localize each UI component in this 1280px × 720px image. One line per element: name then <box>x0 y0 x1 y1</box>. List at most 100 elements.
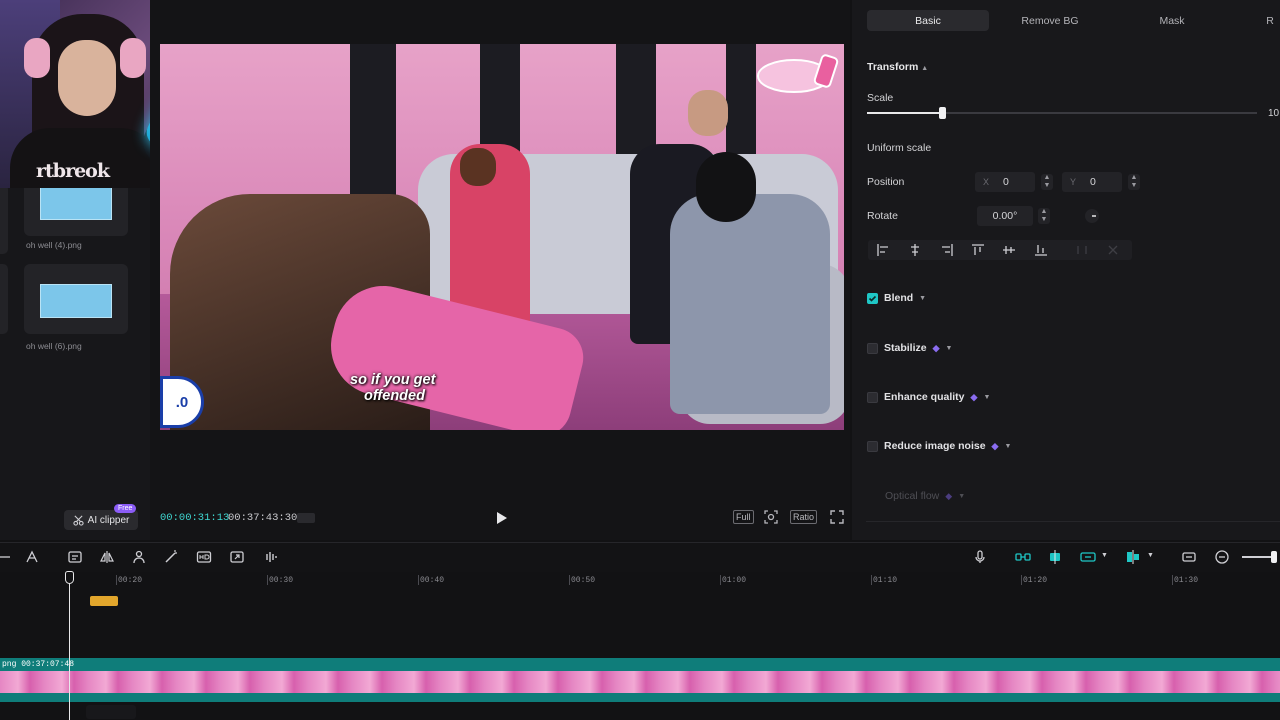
reduce-noise-label: Reduce image noise <box>884 440 986 452</box>
reduce-noise-option[interactable]: Reduce image noise ◆ ▼ <box>867 440 1011 452</box>
ruler-tick-label: 01:30 <box>1174 576 1199 585</box>
position-x-value: 0 <box>1003 176 1009 188</box>
premium-gem-icon: ◆ <box>945 490 953 501</box>
video-preview[interactable]: .0 so if you get offended <box>160 44 844 430</box>
uniform-scale-label: Uniform scale <box>867 142 932 154</box>
caption-icon[interactable] <box>67 549 83 565</box>
audio-clip[interactable] <box>90 596 118 606</box>
split-icon[interactable] <box>0 549 12 565</box>
ruler-tick <box>418 575 419 585</box>
microphone-icon[interactable] <box>972 549 988 565</box>
scissors-icon <box>73 515 84 526</box>
media-thumb-partial[interactable] <box>0 184 8 254</box>
ruler-tick-label: 01:10 <box>873 576 898 585</box>
check-icon <box>868 295 877 302</box>
reduce-noise-checkbox[interactable] <box>867 440 878 452</box>
align-right-icon[interactable] <box>940 243 954 257</box>
ai-clipper-button[interactable]: AI clipper <box>64 510 138 530</box>
enhance-quality-checkbox[interactable] <box>867 391 878 403</box>
character-grey-hoodie <box>670 194 830 414</box>
chevron-down-icon[interactable]: ▼ <box>1101 552 1108 559</box>
align-left-icon[interactable] <box>876 243 890 257</box>
ruler-tick <box>569 575 570 585</box>
rotate-field[interactable]: 0.00° <box>977 206 1033 226</box>
fullscreen-icon[interactable] <box>829 509 845 525</box>
enhance-quality-option[interactable]: Enhance quality ◆ ▼ <box>867 391 990 403</box>
webcam-face <box>58 40 116 116</box>
rotate-dial-icon[interactable] <box>1084 208 1100 224</box>
caret-up-icon: ▲ <box>921 65 929 72</box>
track-thumbnails <box>0 671 1280 693</box>
rotate-label: Rotate <box>867 210 898 222</box>
play-icon[interactable] <box>496 511 508 525</box>
tab-more[interactable]: R <box>1260 10 1280 31</box>
ai-clipper-label: AI clipper <box>87 514 130 526</box>
position-x-stepper[interactable]: ▲ ▼ <box>1041 174 1053 190</box>
scale-slider-fill <box>867 112 943 114</box>
screenshot-icon[interactable] <box>763 509 779 525</box>
chevron-down-icon[interactable]: ▼ <box>1147 552 1154 559</box>
chevron-down-icon: ▼ <box>983 393 991 401</box>
ruler-tick-label: 00:30 <box>269 576 294 585</box>
freeze-icon[interactable] <box>24 549 40 565</box>
align-center-v-icon[interactable] <box>1002 243 1016 257</box>
preview-axis-icon[interactable] <box>1125 549 1141 565</box>
ruler-tick-label: 00:40 <box>420 576 445 585</box>
ruler-tick <box>720 575 721 585</box>
linkage-icon[interactable] <box>1080 549 1096 565</box>
main-track-magnet-icon[interactable] <box>1015 549 1031 565</box>
media-preview <box>40 284 112 318</box>
align-bottom-icon[interactable] <box>1034 243 1048 257</box>
audio-wave-icon[interactable] <box>262 549 278 565</box>
premium-gem-icon: ◆ <box>932 342 940 353</box>
zoom-out-icon[interactable] <box>1214 549 1230 565</box>
playhead-handle[interactable] <box>65 571 74 584</box>
export-frame-icon[interactable] <box>229 549 245 565</box>
premium-gem-icon: ◆ <box>991 440 999 451</box>
stabilize-option[interactable]: Stabilize ◆ ▼ <box>867 342 952 354</box>
position-y-value: 0 <box>1090 176 1096 188</box>
subtitle-line: so if you get <box>350 372 436 388</box>
media-thumb[interactable] <box>24 264 128 334</box>
position-y-field[interactable]: Y 0 <box>1062 172 1122 192</box>
align-top-icon[interactable] <box>971 243 985 257</box>
total-duration: 00:37:43:30 <box>228 512 298 524</box>
headphone-left <box>24 38 50 78</box>
magic-wand-icon[interactable] <box>163 549 179 565</box>
rotate-value: 0.00° <box>992 210 1018 222</box>
mirror-icon[interactable] <box>99 549 115 565</box>
ruler-tick <box>1021 575 1022 585</box>
distribute-h-icon <box>1077 246 1087 254</box>
rotate-stepper[interactable]: ▲ ▼ <box>1038 208 1050 224</box>
transform-label: Transform <box>867 61 919 73</box>
ruler-tick-label: 00:50 <box>571 576 596 585</box>
marker-icon[interactable] <box>296 511 316 525</box>
media-thumb-partial[interactable] <box>0 264 8 334</box>
transform-section[interactable]: Transform ▲ <box>867 61 928 73</box>
person-icon[interactable] <box>131 549 147 565</box>
tab-basic[interactable]: Basic <box>867 10 989 31</box>
playhead[interactable] <box>69 572 70 720</box>
position-x-field[interactable]: X 0 <box>975 172 1035 192</box>
media-preview <box>40 186 112 220</box>
stabilize-checkbox[interactable] <box>867 342 878 354</box>
ratio-button[interactable]: Ratio <box>790 510 818 524</box>
auto-snap-icon[interactable] <box>1047 549 1063 565</box>
cover-thumb[interactable] <box>86 705 136 719</box>
y-axis-label: Y <box>1070 177 1077 187</box>
hd-icon[interactable] <box>196 549 212 565</box>
scale-value[interactable]: 10 <box>1268 108 1279 119</box>
position-y-stepper[interactable]: ▲ ▼ <box>1128 174 1140 190</box>
align-center-h-icon[interactable] <box>908 243 922 257</box>
fit-timeline-icon[interactable] <box>1181 549 1197 565</box>
tab-mask[interactable]: Mask <box>1111 10 1233 31</box>
scale-slider-handle[interactable] <box>939 107 946 119</box>
headphone-right <box>120 38 146 78</box>
x-axis-label: X <box>983 177 990 187</box>
blend-checkbox[interactable] <box>867 292 878 304</box>
tab-remove-bg[interactable]: Remove BG <box>989 10 1111 31</box>
blend-option[interactable]: Blend ▼ <box>867 292 926 304</box>
full-button[interactable]: Full <box>733 510 754 524</box>
zoom-slider-handle[interactable] <box>1271 551 1277 563</box>
timeline-ruler[interactable] <box>0 572 1280 588</box>
